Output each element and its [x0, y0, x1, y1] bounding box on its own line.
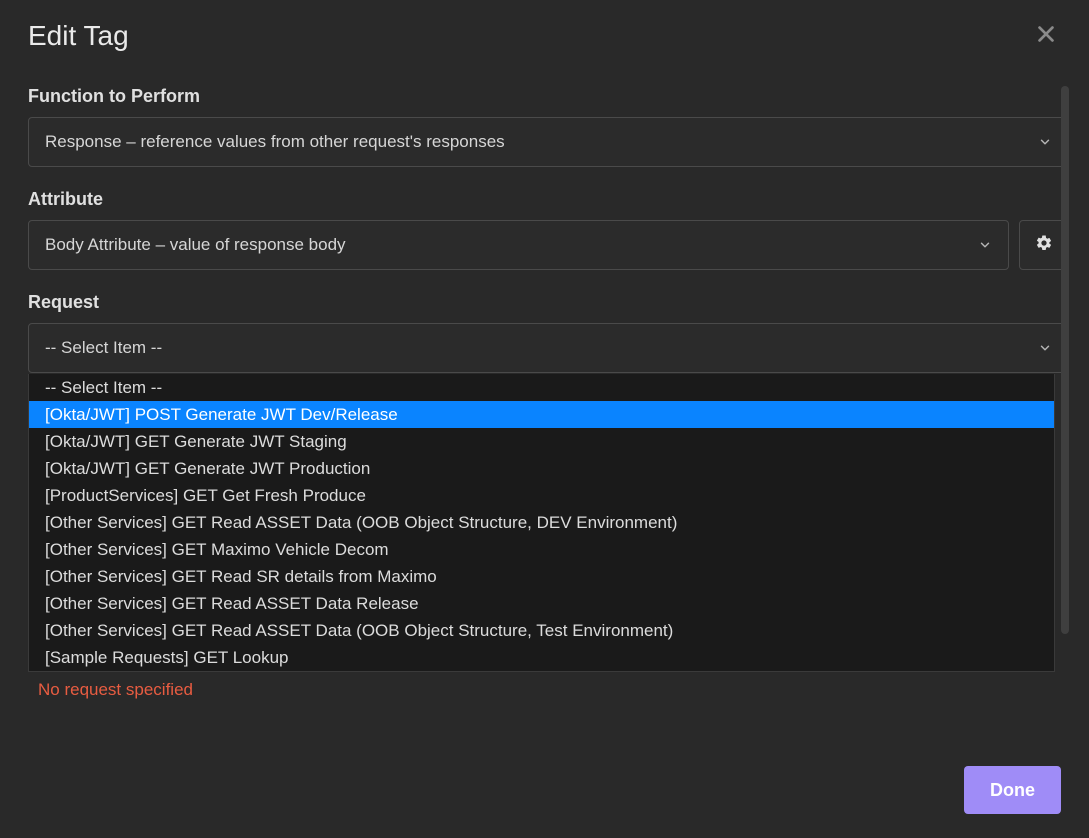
- scrollbar-thumb[interactable]: [1061, 86, 1069, 634]
- function-label: Function to Perform: [28, 86, 1069, 107]
- request-section: Request -- Select Item --: [28, 292, 1069, 373]
- request-option[interactable]: [Other Services] GET Maximo Vehicle Deco…: [29, 536, 1054, 563]
- edit-tag-dialog: Edit Tag Function to Perform Response – …: [0, 0, 1089, 838]
- dialog-header: Edit Tag: [28, 18, 1061, 54]
- request-option[interactable]: [ProductServices] GET Get Fresh Produce: [29, 482, 1054, 509]
- dialog-title: Edit Tag: [28, 20, 129, 52]
- request-option[interactable]: [Other Services] GET Read SR details fro…: [29, 563, 1054, 590]
- attribute-row: Body Attribute – value of response body: [28, 220, 1069, 270]
- function-section: Function to Perform Response – reference…: [28, 86, 1069, 167]
- request-option[interactable]: -- Select Item --: [29, 374, 1054, 401]
- request-select-value: -- Select Item --: [45, 338, 162, 358]
- request-option[interactable]: [Okta/JWT] POST Generate JWT Dev/Release: [29, 401, 1054, 428]
- chevron-down-icon: [1038, 135, 1052, 149]
- attribute-section: Attribute Body Attribute – value of resp…: [28, 189, 1069, 270]
- function-select-value: Response – reference values from other r…: [45, 132, 505, 152]
- done-button[interactable]: Done: [964, 766, 1061, 814]
- request-select[interactable]: -- Select Item --: [28, 323, 1069, 373]
- request-option[interactable]: [Other Services] GET Read ASSET Data (OO…: [29, 509, 1054, 536]
- gear-icon: [1035, 234, 1053, 257]
- chevron-down-icon: [1038, 341, 1052, 355]
- attribute-label: Attribute: [28, 189, 1069, 210]
- request-option[interactable]: [Okta/JWT] GET Generate JWT Production: [29, 455, 1054, 482]
- request-option[interactable]: [Other Services] GET Read ASSET Data (OO…: [29, 617, 1054, 644]
- attribute-select-value: Body Attribute – value of response body: [45, 235, 346, 255]
- close-icon[interactable]: [1031, 18, 1061, 54]
- request-label: Request: [28, 292, 1069, 313]
- dialog-footer: Done: [964, 766, 1061, 814]
- request-dropdown-panel[interactable]: -- Select Item --[Okta/JWT] POST Generat…: [28, 374, 1055, 672]
- function-select[interactable]: Response – reference values from other r…: [28, 117, 1069, 167]
- request-option[interactable]: [Sample Requests] GET Lookup: [29, 644, 1054, 671]
- attribute-select[interactable]: Body Attribute – value of response body: [28, 220, 1009, 270]
- request-option[interactable]: [Okta/JWT] GET Generate JWT Staging: [29, 428, 1054, 455]
- request-option[interactable]: [Other Services] GET Read ASSET Data Rel…: [29, 590, 1054, 617]
- request-error: No request specified: [38, 680, 193, 700]
- scrollbar-track[interactable]: [1061, 86, 1069, 634]
- chevron-down-icon: [978, 238, 992, 252]
